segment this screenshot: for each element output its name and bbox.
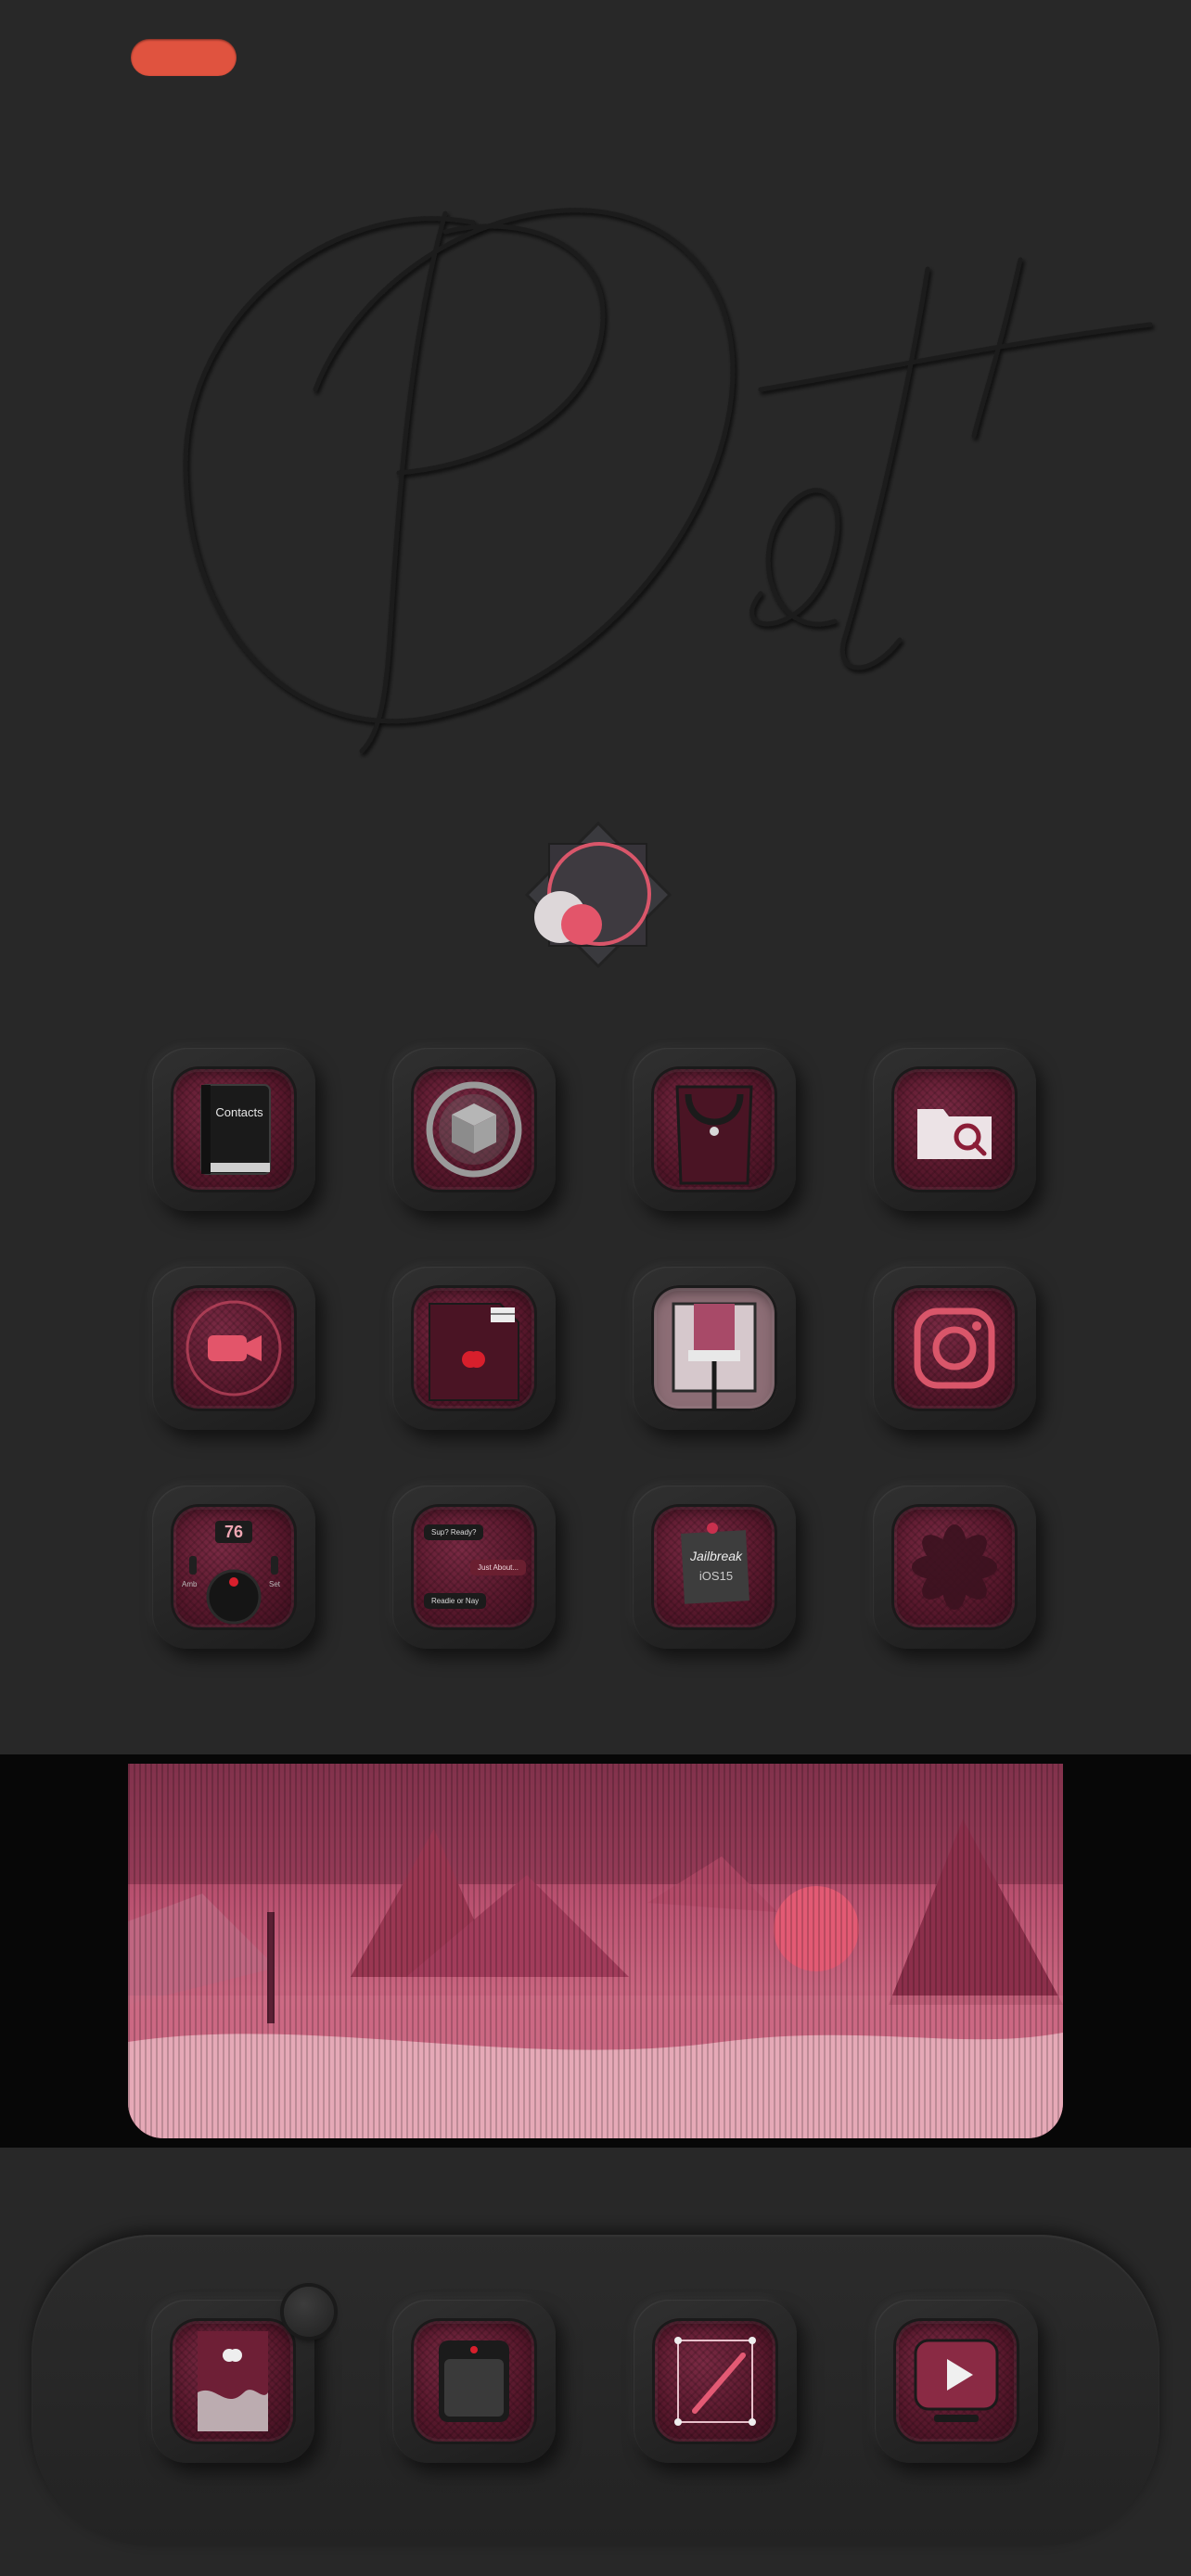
app-messages[interactable]: Sup? Ready? Just About... Readie or Nay (392, 1486, 556, 1649)
paint-roller-icon (672, 1302, 757, 1411)
app-weather[interactable]: 76 Amb Set (152, 1486, 315, 1649)
message-bubble-1: Sup? Ready? (424, 1524, 484, 1540)
weather-left-label: Amb (182, 1580, 198, 1588)
app-paint[interactable] (633, 1267, 796, 1430)
dock-app-video[interactable] (875, 2300, 1038, 2463)
contacts-label: Contacts (215, 1105, 263, 1119)
page-indicator-dot[interactable] (284, 2287, 334, 2337)
dock-app-phone[interactable] (392, 2300, 556, 2463)
app-store[interactable] (633, 1048, 796, 1211)
sd-card-apple-icon (429, 1303, 519, 1401)
pen-select-icon (674, 2337, 756, 2426)
cydia-box-icon (426, 1081, 522, 1178)
weather-right-label: Set (269, 1580, 281, 1588)
app-contacts[interactable]: Contacts (152, 1048, 315, 1211)
app-photos[interactable] (873, 1486, 1036, 1649)
device-icon (439, 2340, 509, 2422)
weather-temp: 76 (224, 1523, 244, 1541)
status-pill[interactable] (131, 39, 237, 76)
app-cydia[interactable] (392, 1048, 556, 1211)
app-instagram[interactable] (873, 1267, 1036, 1430)
instagram-camera-icon (914, 1307, 995, 1389)
video-camera-icon (186, 1300, 282, 1396)
message-bubble-3: Readie or Nay (424, 1593, 487, 1609)
contacts-book-icon (200, 1084, 271, 1175)
app-notes[interactable]: Jailbreak iOS15 (633, 1486, 796, 1649)
notes-line-1: Jailbreak (689, 1549, 743, 1563)
app-files[interactable] (873, 1048, 1036, 1211)
center-orb-widget[interactable] (519, 816, 677, 974)
shopping-bag-icon (675, 1085, 753, 1185)
message-bubble-2: Just About... (470, 1560, 527, 1575)
folder-search-icon (917, 1109, 992, 1159)
flower-icon (912, 1524, 997, 1610)
play-button-icon (914, 2339, 999, 2422)
sticky-note-icon (681, 1523, 749, 1604)
notes-line-2: iOS15 (698, 1569, 734, 1583)
apple-drip-icon (198, 2331, 268, 2431)
landscape-widget[interactable] (128, 1764, 1063, 2138)
red-orb (561, 904, 602, 945)
app-facetime[interactable] (152, 1267, 315, 1430)
app-sd-card[interactable] (392, 1267, 556, 1430)
header-script-wordmark (183, 208, 1153, 754)
dock-app-edit[interactable] (634, 2300, 797, 2463)
